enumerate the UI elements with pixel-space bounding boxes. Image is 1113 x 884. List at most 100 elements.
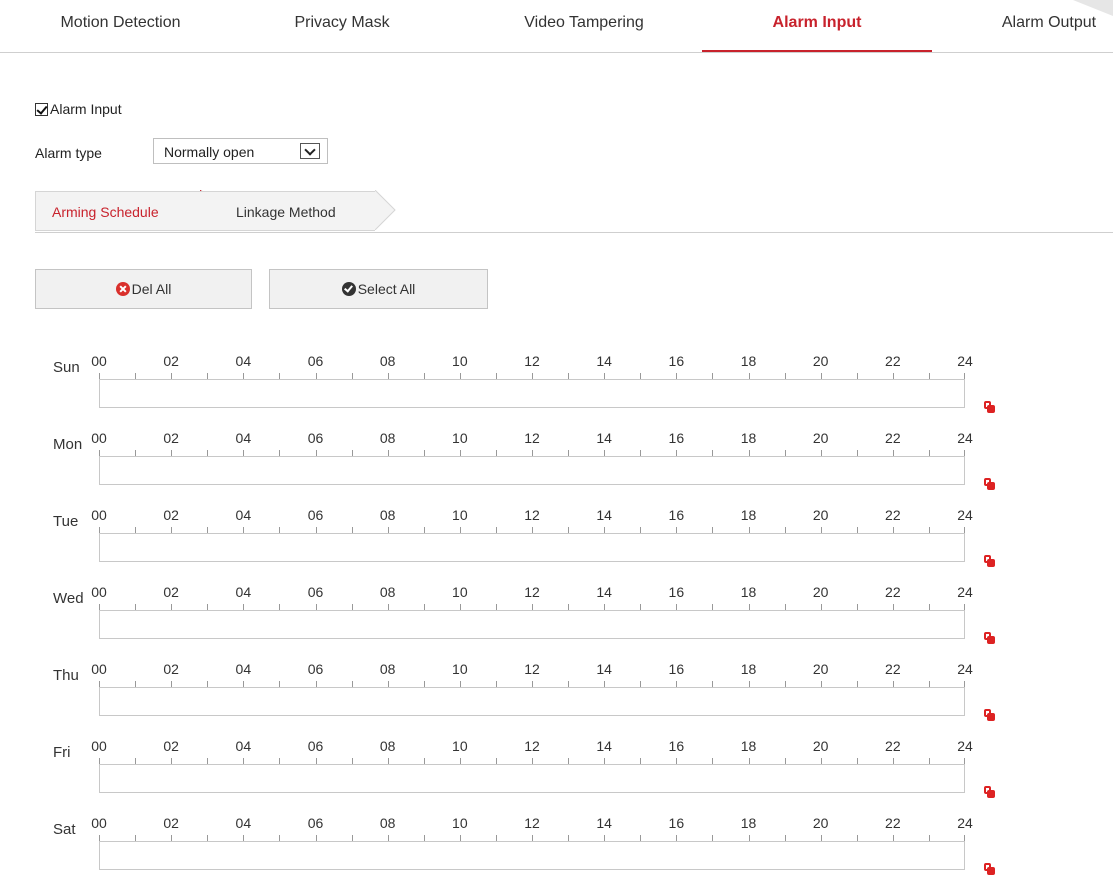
tab-alarm-output[interactable]: Alarm Output — [985, 14, 1113, 52]
schedule-bar[interactable] — [99, 533, 965, 562]
schedule-bar[interactable] — [99, 610, 965, 639]
schedule-bar[interactable] — [99, 841, 965, 870]
tab-motion-detection[interactable]: Motion Detection — [43, 14, 198, 52]
hour-label: 14 — [596, 584, 612, 600]
hour-label: 12 — [524, 661, 540, 677]
copy-icon[interactable] — [984, 786, 995, 798]
day-label: Mon — [53, 436, 83, 453]
schedule-row-fri: Fri 00 02 04 06 08 10 12 14 16 18 20 22 24 — [0, 730, 1113, 807]
hour-label: 20 — [812, 430, 829, 446]
select-all-label: Select All — [357, 281, 416, 297]
alarm-input-checkbox[interactable] — [35, 102, 48, 116]
tab-privacy-mask[interactable]: Privacy Mask — [283, 14, 401, 52]
hour-label: 12 — [524, 815, 540, 831]
hour-label: 24 — [957, 584, 973, 600]
hour-label: 18 — [740, 507, 757, 523]
hour-label: 06 — [307, 430, 324, 446]
hour-label: 08 — [379, 353, 396, 369]
hour-label: 22 — [885, 815, 901, 831]
alarm-input-toggle[interactable]: Alarm Input — [35, 100, 122, 118]
hour-label: 12 — [524, 584, 540, 600]
hour-label: 18 — [740, 584, 757, 600]
tab-video-tampering[interactable]: Video Tampering — [506, 14, 662, 52]
subtab-arming-schedule[interactable]: Arming Schedule — [35, 191, 200, 231]
hour-label: 10 — [452, 815, 468, 831]
hour-label: 06 — [307, 507, 324, 523]
corner-decoration — [1073, 0, 1113, 16]
hour-label: 10 — [452, 353, 468, 369]
alarm-type-value: Normally open — [164, 144, 255, 160]
hour-label: 02 — [163, 661, 179, 677]
hour-label: 08 — [379, 584, 396, 600]
hour-label: 10 — [452, 584, 468, 600]
top-tab-bar: Motion Detection Privacy Mask Video Tamp… — [0, 0, 1113, 53]
hour-label: 02 — [163, 507, 179, 523]
hour-label: 00 — [91, 430, 107, 446]
hour-label: 04 — [235, 815, 252, 831]
schedule-bar[interactable] — [99, 687, 965, 716]
hour-label: 06 — [307, 661, 324, 677]
hour-label: 14 — [596, 507, 612, 523]
copy-icon[interactable] — [984, 709, 995, 721]
schedule-bar[interactable] — [99, 764, 965, 793]
copy-icon[interactable] — [984, 478, 995, 490]
hour-label: 10 — [452, 738, 468, 754]
hour-label: 00 — [91, 507, 107, 523]
hour-label: 04 — [235, 661, 252, 677]
hour-label: 24 — [957, 661, 973, 677]
x-circle-icon — [115, 282, 130, 296]
hour-label: 22 — [885, 738, 901, 754]
select-all-button[interactable]: Select All — [269, 269, 488, 309]
hour-label: 18 — [740, 738, 757, 754]
hour-label: 22 — [885, 661, 901, 677]
tab-alarm-input[interactable]: Alarm Input — [702, 14, 932, 52]
schedule-row-wed: Wed 00 02 04 06 08 10 12 14 16 18 20 22 24 — [0, 576, 1113, 653]
hour-label: 04 — [235, 507, 252, 523]
hour-label: 02 — [163, 430, 179, 446]
hour-label: 14 — [596, 815, 612, 831]
hour-label: 10 — [452, 661, 468, 677]
hour-label: 14 — [596, 353, 612, 369]
day-label: Tue — [53, 513, 79, 530]
hour-label: 02 — [163, 815, 179, 831]
subtab-linkage-method[interactable]: Linkage Method — [200, 191, 375, 231]
copy-icon[interactable] — [984, 401, 995, 413]
hour-label: 18 — [740, 430, 757, 446]
schedule-bar[interactable] — [99, 456, 965, 485]
hour-label: 24 — [957, 815, 973, 831]
subtab-arming-schedule-label: Arming Schedule — [52, 204, 159, 220]
copy-icon[interactable] — [984, 632, 995, 644]
day-label: Thu — [53, 667, 79, 684]
hour-label: 24 — [957, 507, 973, 523]
hour-label: 16 — [668, 507, 685, 523]
hour-label: 08 — [379, 430, 396, 446]
schedule-bar[interactable] — [99, 379, 965, 408]
hour-label: 12 — [524, 430, 540, 446]
schedule-row-sun: Sun 00 02 04 06 08 10 12 14 16 18 20 22 24 — [0, 345, 1113, 422]
hour-label: 06 — [307, 584, 324, 600]
subtab-linkage-method-label: Linkage Method — [236, 204, 336, 220]
hour-label: 20 — [812, 507, 829, 523]
schedule-row-sat: Sat 00 02 04 06 08 10 12 14 16 18 20 22 24 — [0, 807, 1113, 884]
hour-label: 00 — [91, 661, 107, 677]
hour-label: 22 — [885, 584, 901, 600]
copy-icon[interactable] — [984, 555, 995, 567]
hour-label: 16 — [668, 738, 685, 754]
hour-label: 22 — [885, 507, 901, 523]
copy-icon[interactable] — [984, 863, 995, 875]
hour-label: 22 — [885, 430, 901, 446]
chevron-down-icon[interactable] — [300, 143, 320, 159]
schedule-row-tue: Tue 00 02 04 06 08 10 12 14 16 18 20 22 24 — [0, 499, 1113, 576]
hour-label: 16 — [668, 353, 685, 369]
hour-label: 16 — [668, 584, 685, 600]
hour-label: 00 — [91, 815, 107, 831]
hour-label: 14 — [596, 661, 612, 677]
hour-label: 08 — [379, 738, 396, 754]
hour-label: 18 — [740, 353, 757, 369]
hour-label: 02 — [163, 584, 179, 600]
hour-label: 22 — [885, 353, 901, 369]
del-all-button[interactable]: Del All — [35, 269, 252, 309]
subtab-bar: Arming Schedule Linkage Method — [35, 190, 1113, 233]
alarm-type-select[interactable]: Normally open — [153, 138, 328, 164]
alarm-type-label: Alarm type — [35, 145, 102, 161]
